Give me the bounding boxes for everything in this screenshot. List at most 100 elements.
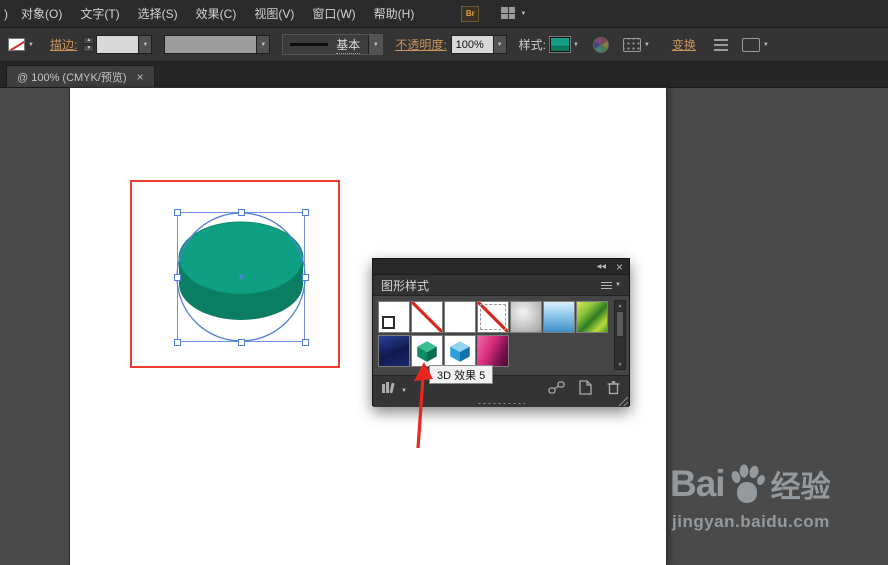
red-annotation-arrow (414, 362, 433, 449)
swatch-no-fill-style[interactable] (411, 301, 443, 333)
opacity-combo[interactable]: 100% ▼ (450, 35, 507, 54)
menu-item-select[interactable]: 选择(S) (129, 5, 187, 22)
swatch-foliage-pattern-style[interactable] (576, 301, 608, 333)
width-profile-dropdown[interactable]: ▼ (164, 35, 271, 54)
document-tab[interactable]: @ 100% (CMYK/预览) × (6, 65, 155, 87)
menu-item-object[interactable]: 对象(O) (12, 5, 71, 22)
delete-trash-icon[interactable] (606, 380, 621, 395)
bridge-icon[interactable]: Br (461, 5, 480, 22)
menu-item-view[interactable]: 视图(V) (245, 5, 303, 22)
stroke-weight-stepper[interactable]: ▲ ▼ (83, 37, 95, 52)
menu-item-effect[interactable]: 效果(C) (187, 5, 246, 22)
stroke-weight-input[interactable] (96, 35, 139, 54)
opacity-label[interactable]: 不透明度: (395, 36, 446, 53)
opacity-dropdown-button[interactable]: ▼ (492, 35, 507, 54)
menubar-icon-group: Br ▼ (461, 5, 526, 22)
swatch-blue-gradient-style[interactable] (543, 301, 575, 333)
tab-close-icon[interactable]: × (137, 71, 144, 83)
selection-handle-e[interactable] (302, 274, 309, 281)
stroke-weight-dropdown-button[interactable]: ▼ (138, 35, 153, 54)
brush-name[interactable]: 基本 (336, 36, 361, 54)
align-bars-icon (713, 38, 728, 51)
workspace-switcher[interactable]: ▼ (501, 7, 526, 20)
watermark-url: jingyan.baidu.com (672, 512, 830, 531)
swatch-row (378, 301, 611, 333)
baidu-jingyan-watermark: Bai 经验 jingyan.baidu.com (660, 462, 880, 532)
stroke-label[interactable]: 描边: (50, 36, 77, 53)
selection-handle-ne[interactable] (302, 209, 309, 216)
chevron-down-icon: ▼ (643, 41, 650, 48)
style-swatch-dropdown[interactable]: ▼ (549, 36, 579, 53)
panel-close-icon[interactable]: × (616, 261, 623, 273)
swatch-outline-style[interactable] (477, 301, 509, 333)
width-profile-dropdown-button[interactable]: ▼ (256, 35, 271, 54)
stepper-up-icon[interactable]: ▲ (83, 37, 95, 44)
watermark-brand-right: 经验 (770, 471, 831, 504)
chevron-down-icon: ▼ (615, 282, 621, 288)
style-preview-chip (549, 36, 571, 53)
stepper-down-icon[interactable]: ▼ (83, 45, 95, 52)
cylinder-3d-object[interactable] (170, 200, 312, 350)
menu-item-window[interactable]: 窗口(W) (303, 5, 364, 22)
scroll-down-icon[interactable]: ▼ (615, 360, 625, 369)
align-button[interactable] (713, 38, 728, 51)
chevron-down-icon: ▼ (520, 10, 527, 17)
center-anchor-point[interactable] (239, 275, 243, 279)
width-profile-preview (164, 35, 257, 54)
swatch-3d-effect-blue[interactable] (444, 335, 476, 367)
workspace-grid-icon (501, 7, 516, 20)
scroll-up-icon[interactable]: ▲ (615, 301, 625, 310)
swatch-gray-gradient-style[interactable] (510, 301, 542, 333)
panel-box-icon (741, 37, 760, 52)
chevron-down-icon: ▼ (762, 41, 769, 48)
style-label: 样式: (518, 38, 546, 52)
panel-resize-grip[interactable] (477, 402, 525, 405)
selection-handle-n[interactable] (238, 209, 245, 216)
brush-definition-dropdown[interactable]: 基本 ▼ (282, 34, 384, 55)
panel-corner-resize-grip[interactable] (617, 395, 628, 406)
menu-item-help[interactable]: 帮助(H) (365, 5, 424, 22)
opacity-value[interactable]: 100% (450, 35, 493, 54)
fill-none-indicator-dropdown[interactable]: ▼ (8, 38, 34, 51)
selection-handle-sw[interactable] (174, 339, 181, 346)
chevron-down-icon: ▼ (573, 41, 579, 48)
swatch-scrollbar[interactable]: ▲ ▼ (614, 300, 626, 370)
break-link-icon[interactable] (548, 380, 565, 395)
panel-title[interactable]: 图形样式 (381, 277, 429, 294)
chevron-down-icon: ▼ (28, 41, 34, 48)
brush-preview-line-icon (290, 43, 329, 46)
new-style-icon[interactable] (578, 380, 593, 395)
document-tab-bar: @ 100% (CMYK/预览) × (0, 62, 888, 88)
swatch-white-style[interactable] (444, 301, 476, 333)
panel-flyout-menu[interactable]: ▼ (601, 281, 621, 289)
cylinder-top-face[interactable] (178, 221, 304, 295)
selection-handle-w[interactable] (174, 274, 181, 281)
transform-label[interactable]: 变换 (672, 36, 696, 53)
recolor-artwork-button[interactable] (592, 36, 609, 53)
watermark-brand-left: Bai (670, 463, 726, 504)
scrollbar-thumb[interactable] (616, 311, 624, 337)
library-books-icon (382, 382, 395, 394)
selection-handle-s[interactable] (238, 339, 245, 346)
panel-action-icons (548, 380, 621, 395)
more-options-dropdown[interactable]: ▼ (741, 37, 769, 52)
panel-top-bar: ◀◀ × (373, 259, 629, 275)
options-grid-icon (622, 37, 641, 52)
document-tab-title: @ 100% (CMYK/预览) (17, 71, 127, 84)
document-options-dropdown[interactable]: ▼ (622, 37, 650, 52)
swatch-default-style[interactable] (378, 301, 410, 333)
selection-handle-se[interactable] (302, 339, 309, 346)
swatch-magenta-gradient-style[interactable] (477, 335, 509, 367)
menu-item-type[interactable]: 文字(T) (71, 5, 128, 22)
watermark-logo-row: Bai 经验 (660, 462, 880, 506)
menu-item-truncated[interactable]: ) (0, 7, 12, 21)
illustrator-window: ) 对象(O) 文字(T) 选择(S) 效果(C) 视图(V) 窗口(W) 帮助… (0, 0, 888, 565)
baidu-paw-icon (731, 464, 765, 503)
panel-tab-row: 图形样式 ▼ (373, 275, 629, 296)
stroke-weight-combo[interactable]: ▼ (96, 35, 153, 54)
brush-dropdown-button[interactable]: ▼ (368, 35, 383, 54)
selection-handle-nw[interactable] (174, 209, 181, 216)
control-bar: ▼ 描边: ▲ ▼ ▼ ▼ 基本 ▼ 不透明度: 100% ▼ 样式: ▼ ▼ … (0, 28, 888, 62)
collapse-panel-icon[interactable]: ◀◀ (597, 263, 606, 270)
blue-3d-cube-icon (450, 341, 470, 362)
